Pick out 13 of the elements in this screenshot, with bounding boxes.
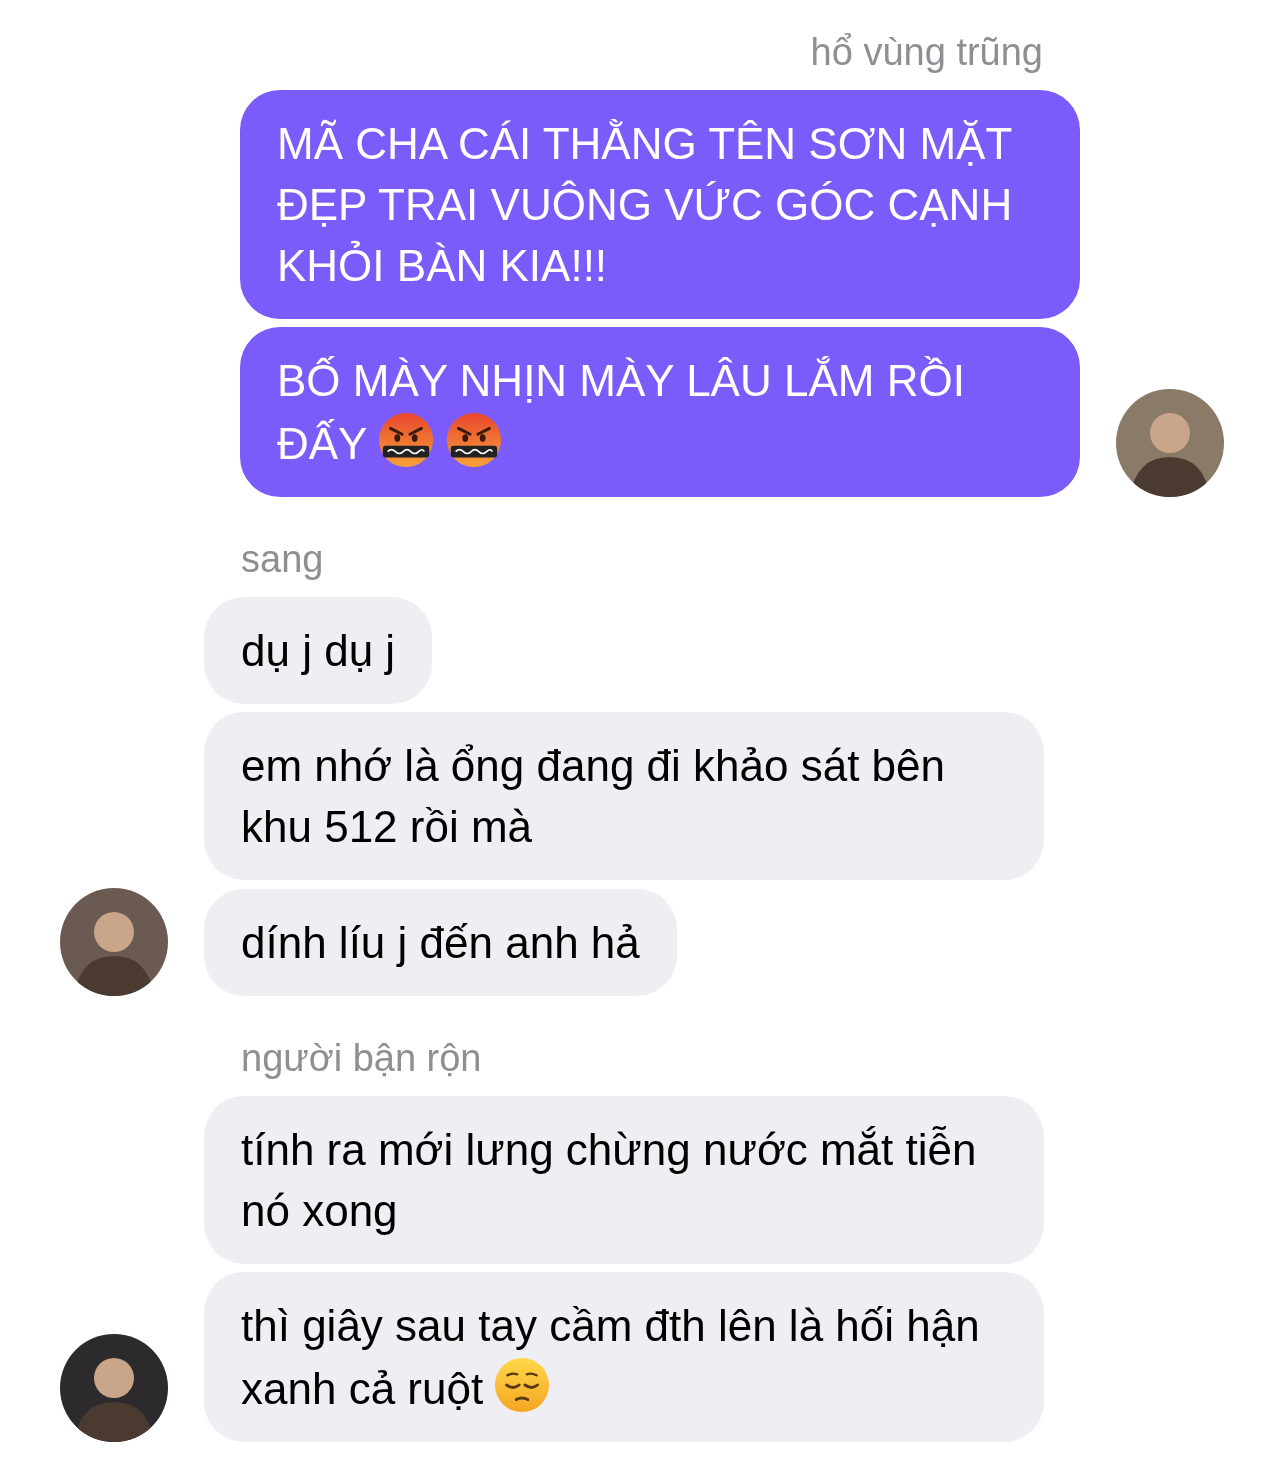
- message-bubble[interactable]: thì giây sau tay cầm đth lên là hối hận xanh cả ruột: [204, 1272, 1044, 1442]
- message-bubble[interactable]: dụ j dụ j: [204, 597, 433, 704]
- sender-name: người bận rộn: [241, 1036, 482, 1080]
- message-bubble[interactable]: MÃ CHA CÁI THẰNG TÊN SƠN MẶT ĐẸP TRAI VUÔNG VỨC GÓC CẠNH KHỎI BÀN KIA!!!: [240, 90, 1080, 319]
- cursing-face-icon: [377, 411, 436, 469]
- pensive-face-icon: [493, 1356, 552, 1414]
- message-bubble[interactable]: dính líu j đến anh hả: [204, 889, 677, 996]
- cursing-face-icon: [445, 411, 504, 469]
- sender-name: hổ vùng trũng: [810, 30, 1043, 74]
- message-bubble[interactable]: BỐ MÀY NHỊN MÀY LÂU LẮM RỒI ĐẤY: [240, 327, 1080, 497]
- message-bubble[interactable]: tính ra mới lưng chừng nước mắt tiễn nó xong: [204, 1096, 1044, 1264]
- message-bubble[interactable]: em nhớ là ổng đang đi khảo sát bên khu 512 rồi mà: [204, 712, 1044, 880]
- sender-name: sang: [241, 537, 324, 581]
